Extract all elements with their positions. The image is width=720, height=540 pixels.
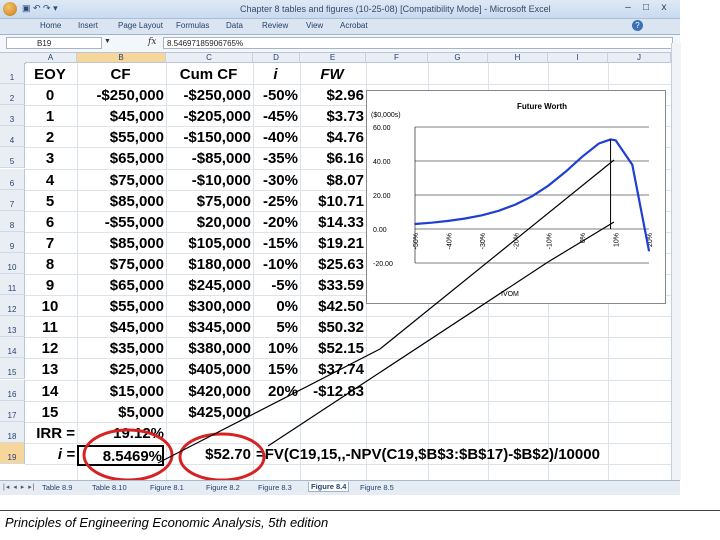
sheet-tab-bar: |◂ ◂ ▸ ▸| Table 8.9 Table 8.10 Figure 8.1 F…	[0, 480, 680, 495]
footer-caption: Principles of Engineering Economic Analy…	[5, 515, 329, 530]
sheet-nav-arrows[interactable]: |◂ ◂ ▸ ▸|	[3, 483, 36, 491]
sheet-tab[interactable]: Figure 8.1	[150, 483, 184, 492]
connector-line	[547, 221, 615, 263]
sheet-tab[interactable]: Figure 8.3	[258, 483, 292, 492]
sheet-tab[interactable]: Figure 8.5	[360, 483, 394, 492]
sheet-tab[interactable]: Table 8.9	[42, 483, 72, 492]
connector-line	[379, 159, 615, 350]
sheet-tab[interactable]: Table 8.10	[92, 483, 127, 492]
sheet-tab[interactable]: Figure 8.2	[206, 483, 240, 492]
connector-line	[267, 261, 549, 447]
annotation-ellipse-i	[82, 428, 174, 482]
annotation-ellipse-fw	[178, 432, 266, 482]
sheet-tab[interactable]: Figure 8.4	[308, 482, 350, 492]
annotation-overlay	[82, 159, 615, 482]
footer-divider	[0, 510, 720, 511]
excel-window: ▣ ↶ ↷ ▾ Chapter 8 tables and figures (10…	[0, 0, 720, 540]
